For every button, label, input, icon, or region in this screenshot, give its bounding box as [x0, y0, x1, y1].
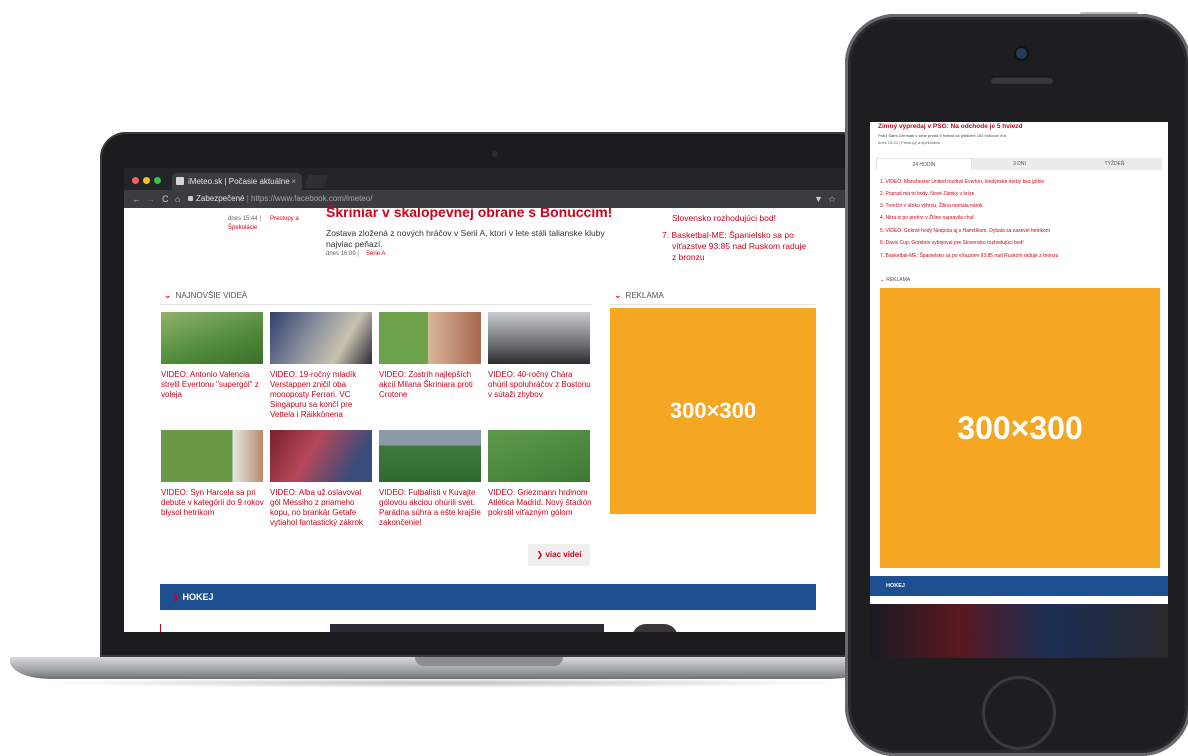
- top-list-item-7[interactable]: 7. Basketbal-ME: Španielsko sa po: [662, 230, 794, 240]
- chevron-right-icon: ❯: [172, 592, 180, 602]
- article-headline[interactable]: Škriniar v skalopevnej obrane s Bonuccim…: [326, 204, 612, 220]
- tab-week[interactable]: TÝŽDEŇ: [1067, 158, 1162, 170]
- new-tab-button[interactable]: [303, 175, 329, 188]
- phone-headline[interactable]: Zimný výpredaj v PSG: Na odchode je 5 hv…: [878, 123, 1023, 130]
- home-icon[interactable]: ⌂: [175, 192, 180, 206]
- chevron-down-icon: ⌄: [164, 290, 172, 300]
- video-caption-link[interactable]: VIDEO: 40-ročný Chára ohúril spoluhráčov…: [488, 370, 592, 400]
- video-thumbnail[interactable]: [488, 430, 590, 482]
- ad-size-label: 300×300: [669, 398, 757, 423]
- snippet-tag-link[interactable]: Prestupy a: [270, 216, 299, 222]
- snippet-time: dnes 15:44 |: [228, 216, 261, 222]
- article-text: Zostava zložená z nových hráčov v Serii …: [326, 228, 605, 238]
- web-page: dnes 15:44 | Prestupy a Špekulácie Škrin…: [124, 204, 846, 638]
- video-caption-link[interactable]: VIDEO: Syn Harcela sa pri debute v kateg…: [161, 488, 265, 518]
- divider: [160, 304, 592, 305]
- browser-tab-bar: iMeteo.sk | Počasie aktuálne ×: [124, 168, 846, 190]
- article-meta-time: dnes 16:09 |: [326, 251, 359, 257]
- video-thumbnail[interactable]: [161, 312, 263, 364]
- back-arrow-icon[interactable]: ←: [132, 192, 141, 206]
- chevron-down-icon: ⌄: [880, 277, 885, 283]
- tab-3-days[interactable]: 3 DNI: [972, 158, 1067, 170]
- laptop-notch: [415, 657, 563, 666]
- list-item[interactable]: 5. VIDEO: Gólové hody Neapola aj s Hamší…: [880, 228, 1160, 234]
- ad-size-label: 300×300: [957, 409, 1083, 446]
- video-caption-link[interactable]: VIDEO: Griezmann hrdinom Atlética Madrid…: [488, 488, 592, 518]
- phone-camera: [1016, 48, 1027, 59]
- snippet-tag-link-2[interactable]: Špekulácie: [228, 225, 257, 231]
- video-thumbnail[interactable]: [488, 312, 590, 364]
- secure-label: Zabezpečené: [196, 194, 245, 203]
- video-thumbnail[interactable]: [379, 312, 481, 364]
- favicon-icon: [176, 177, 184, 185]
- top-list-item-6[interactable]: Slovensko rozhodujúci bod!: [672, 213, 776, 223]
- video-caption-link[interactable]: VIDEO: 19-ročný mladík Verstappen zničil…: [270, 370, 374, 420]
- more-videos-button[interactable]: ❯ viac videí: [528, 544, 590, 566]
- phone-speaker: [990, 76, 1054, 84]
- hokej-section-bar[interactable]: ❯ HOKEJ: [160, 584, 816, 610]
- phone-period-tabs: 24 HODÍN 3 DNI TÝŽDEŇ: [876, 158, 1162, 170]
- list-item[interactable]: 1. VIDEO: Manchester United rozdrvil Eve…: [880, 179, 1160, 185]
- phone-home-button[interactable]: [982, 676, 1056, 750]
- phone-ad-placeholder[interactable]: 300×300: [880, 288, 1160, 568]
- close-window-icon[interactable]: [132, 177, 139, 184]
- phone-ad-heading: ⌄ REKLAMA: [880, 277, 911, 283]
- extension-icon[interactable]: ▼: [814, 192, 823, 206]
- phone-subtext: Paríž Saint-Germain v zime predá 5 hviez…: [878, 133, 1007, 138]
- video-thumbnail[interactable]: [270, 430, 372, 482]
- url-text: https://www.facebook.com/imeteo/: [251, 194, 373, 203]
- article-text-2: najviac peňazí.: [326, 239, 383, 249]
- ad-heading: ⌄ REKLAMA: [614, 290, 664, 300]
- list-item[interactable]: 4. Nitra si po prehre v Žiline napravila…: [880, 215, 1160, 221]
- video-caption-link[interactable]: VIDEO: Futbalisti v Kuvajte gólovou akci…: [379, 488, 483, 528]
- phone-meta: dnes 15:44 | Prestupy a špekulácie: [878, 140, 941, 145]
- browser-tab[interactable]: iMeteo.sk | Počasie aktuálne ×: [172, 173, 302, 190]
- article-meta-tag[interactable]: Serie A: [366, 251, 385, 257]
- videos-heading: ⌄ NAJNOVŠIE VIDEÁ: [164, 290, 248, 300]
- top-list-item-7-line3: z bronzu: [672, 252, 705, 262]
- reload-icon[interactable]: C: [162, 192, 169, 206]
- ad-placeholder[interactable]: 300×300: [610, 308, 816, 514]
- hockey-photo[interactable]: [870, 604, 1168, 658]
- chevron-right-icon: ❯: [536, 550, 544, 559]
- divider: [610, 304, 816, 305]
- video-caption-link[interactable]: VIDEO: Zostrih najlepších akcií Milana Š…: [379, 370, 483, 400]
- list-item[interactable]: 2. Poprad má tri body, Nové Zámky v kríz…: [880, 191, 1160, 197]
- laptop-screen: iMeteo.sk | Počasie aktuálne × ← → C ⌂ Z…: [124, 168, 846, 638]
- list-item[interactable]: 3. Trenčín v útoku výhrou, Žilina nemala…: [880, 203, 1160, 209]
- tab-24-hours[interactable]: 24 HODÍN: [876, 158, 972, 170]
- tab-close-icon[interactable]: ×: [291, 173, 296, 190]
- laptop-camera: [492, 151, 498, 157]
- video-caption-link[interactable]: VIDEO: Antonio Valencia strelil Evertonu…: [161, 370, 265, 400]
- chevron-down-icon: ⌄: [614, 290, 622, 300]
- bookmark-star-icon[interactable]: ☆: [828, 192, 836, 206]
- top-list-item-7-line2: víťazstve 93:85 nad Ruskom raduje: [672, 241, 807, 251]
- laptop-bezel: [124, 632, 846, 652]
- video-thumbnail[interactable]: [379, 430, 481, 482]
- forward-arrow-icon[interactable]: →: [146, 192, 155, 206]
- maximize-window-icon[interactable]: [154, 177, 161, 184]
- video-caption-link[interactable]: VIDEO: Alba už oslavoval gól Messiho z p…: [270, 488, 374, 528]
- phone-screen: Zimný výpredaj v PSG: Na odchode je 5 hv…: [870, 122, 1168, 658]
- video-thumbnail[interactable]: [270, 312, 372, 364]
- minimize-window-icon[interactable]: [143, 177, 150, 184]
- list-item[interactable]: 7. Basketbal-ME: Španielsko sa po víťazs…: [880, 253, 1160, 259]
- list-item[interactable]: 6. Davis Cup: Gombos vybojoval pre Slove…: [880, 240, 1160, 246]
- phone-hokej-bar[interactable]: HOKEJ: [870, 576, 1168, 596]
- laptop-shadow: [30, 678, 850, 688]
- video-thumbnail[interactable]: [161, 430, 263, 482]
- tab-title: iMeteo.sk | Počasie aktuálne: [188, 177, 290, 186]
- lock-icon: [188, 196, 193, 201]
